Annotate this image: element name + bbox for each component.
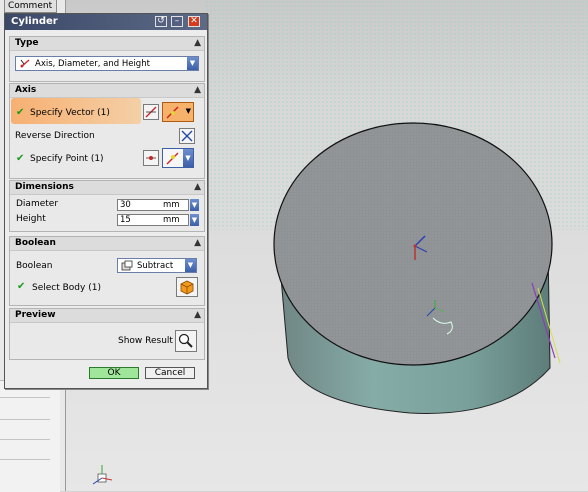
boolean-section-header[interactable]: Boolean ▲ bbox=[10, 237, 204, 251]
collapse-icon[interactable]: ▲ bbox=[194, 38, 201, 48]
boolean-dropdown[interactable]: Subtract ▼ bbox=[117, 258, 197, 273]
diameter-unit: mm bbox=[163, 200, 180, 210]
chevron-down-icon[interactable]: ▼ bbox=[183, 149, 193, 167]
diameter-value: 30 bbox=[120, 200, 131, 210]
select-body-button[interactable] bbox=[176, 277, 198, 297]
magnifier-icon bbox=[178, 333, 193, 348]
vector-dialog-button[interactable] bbox=[143, 104, 159, 120]
axis-type-icon bbox=[20, 59, 30, 68]
specify-point-label[interactable]: Specify Point (1) bbox=[30, 154, 104, 164]
collapse-icon[interactable]: ▲ bbox=[194, 182, 201, 192]
inferred-point-button[interactable]: ▼ bbox=[162, 148, 194, 168]
height-value: 15 bbox=[120, 215, 131, 225]
dimensions-section: Dimensions ▲ Diameter 30 mm ▼ Height 15 … bbox=[9, 180, 205, 232]
specify-vector-label[interactable]: Specify Vector (1) bbox=[30, 108, 110, 118]
close-icon[interactable]: ✕ bbox=[188, 16, 200, 27]
boolean-section: Boolean ▲ Boolean Subtract ▼ ✔ Select Bo… bbox=[9, 236, 205, 306]
height-menu-button[interactable]: ▼ bbox=[190, 214, 199, 226]
cylinder-dialog: Cylinder ↺ – ✕ Type ▲ Axis, Diameter, an… bbox=[4, 13, 208, 389]
reverse-direction-button[interactable] bbox=[179, 128, 195, 144]
show-result-button[interactable] bbox=[175, 330, 197, 352]
solid-body-icon bbox=[180, 280, 194, 295]
type-section-title: Type bbox=[15, 38, 39, 48]
height-label: Height bbox=[16, 214, 46, 224]
axis-section-header[interactable]: Axis ▲ bbox=[10, 84, 204, 98]
show-result-label: Show Result bbox=[118, 336, 173, 346]
boolean-label: Boolean bbox=[16, 261, 53, 271]
collapse-icon[interactable]: ▲ bbox=[194, 310, 201, 320]
collapse-icon[interactable]: ▲ bbox=[194, 85, 201, 95]
cylinder-model[interactable] bbox=[270, 118, 588, 428]
chevron-down-icon[interactable]: ▼ bbox=[185, 259, 196, 272]
check-icon: ✔ bbox=[17, 281, 26, 292]
select-body-label[interactable]: Select Body (1) bbox=[32, 283, 101, 293]
comment-tab[interactable]: Comment bbox=[4, 0, 57, 13]
preview-section: Preview ▲ Show Result bbox=[9, 308, 205, 360]
height-input[interactable]: 15 mm bbox=[117, 214, 189, 226]
left-panel-list bbox=[0, 380, 60, 492]
ok-button[interactable]: OK bbox=[89, 367, 139, 379]
collapse-icon[interactable]: ▲ bbox=[194, 238, 201, 248]
dimensions-section-header[interactable]: Dimensions ▲ bbox=[10, 181, 204, 195]
boolean-section-title: Boolean bbox=[15, 238, 56, 248]
point-constructor-icon bbox=[146, 156, 156, 160]
type-section: Type ▲ Axis, Diameter, and Height ▼ bbox=[9, 36, 205, 82]
dialog-titlebar[interactable]: Cylinder ↺ – ✕ bbox=[5, 14, 207, 30]
chevron-down-icon[interactable]: ▼ bbox=[186, 107, 191, 115]
inferred-vector-icon bbox=[166, 106, 179, 119]
wcs-triad-icon bbox=[92, 465, 113, 485]
type-dropdown-value: Axis, Diameter, and Height bbox=[35, 59, 150, 69]
axis-section-title: Axis bbox=[15, 85, 37, 95]
type-section-header[interactable]: Type ▲ bbox=[10, 37, 204, 51]
reverse-direction-icon bbox=[181, 130, 193, 142]
boolean-value: Subtract bbox=[137, 261, 174, 271]
point-dialog-button[interactable] bbox=[143, 150, 159, 166]
dialog-title: Cylinder bbox=[11, 16, 58, 27]
inferred-point-icon bbox=[166, 152, 179, 165]
reverse-direction-label: Reverse Direction bbox=[15, 131, 95, 141]
height-unit: mm bbox=[163, 215, 180, 225]
diameter-input[interactable]: 30 mm bbox=[117, 199, 189, 211]
vector-constructor-icon bbox=[145, 106, 157, 118]
inferred-vector-button[interactable]: ▼ bbox=[162, 102, 194, 122]
diameter-label: Diameter bbox=[16, 199, 59, 209]
check-icon: ✔ bbox=[16, 107, 25, 118]
cylinder-top-face bbox=[273, 122, 553, 366]
minimize-icon[interactable]: – bbox=[171, 16, 183, 27]
cancel-button[interactable]: Cancel bbox=[145, 367, 195, 379]
subtract-icon bbox=[121, 260, 133, 271]
type-dropdown[interactable]: Axis, Diameter, and Height ▼ bbox=[15, 56, 199, 71]
preview-section-header[interactable]: Preview ▲ bbox=[10, 309, 204, 323]
reset-icon[interactable]: ↺ bbox=[155, 16, 167, 27]
chevron-down-icon[interactable]: ▼ bbox=[187, 57, 198, 70]
check-icon: ✔ bbox=[16, 153, 25, 164]
preview-section-title: Preview bbox=[15, 310, 56, 320]
diameter-menu-button[interactable]: ▼ bbox=[190, 199, 199, 211]
dimensions-section-title: Dimensions bbox=[15, 182, 74, 192]
